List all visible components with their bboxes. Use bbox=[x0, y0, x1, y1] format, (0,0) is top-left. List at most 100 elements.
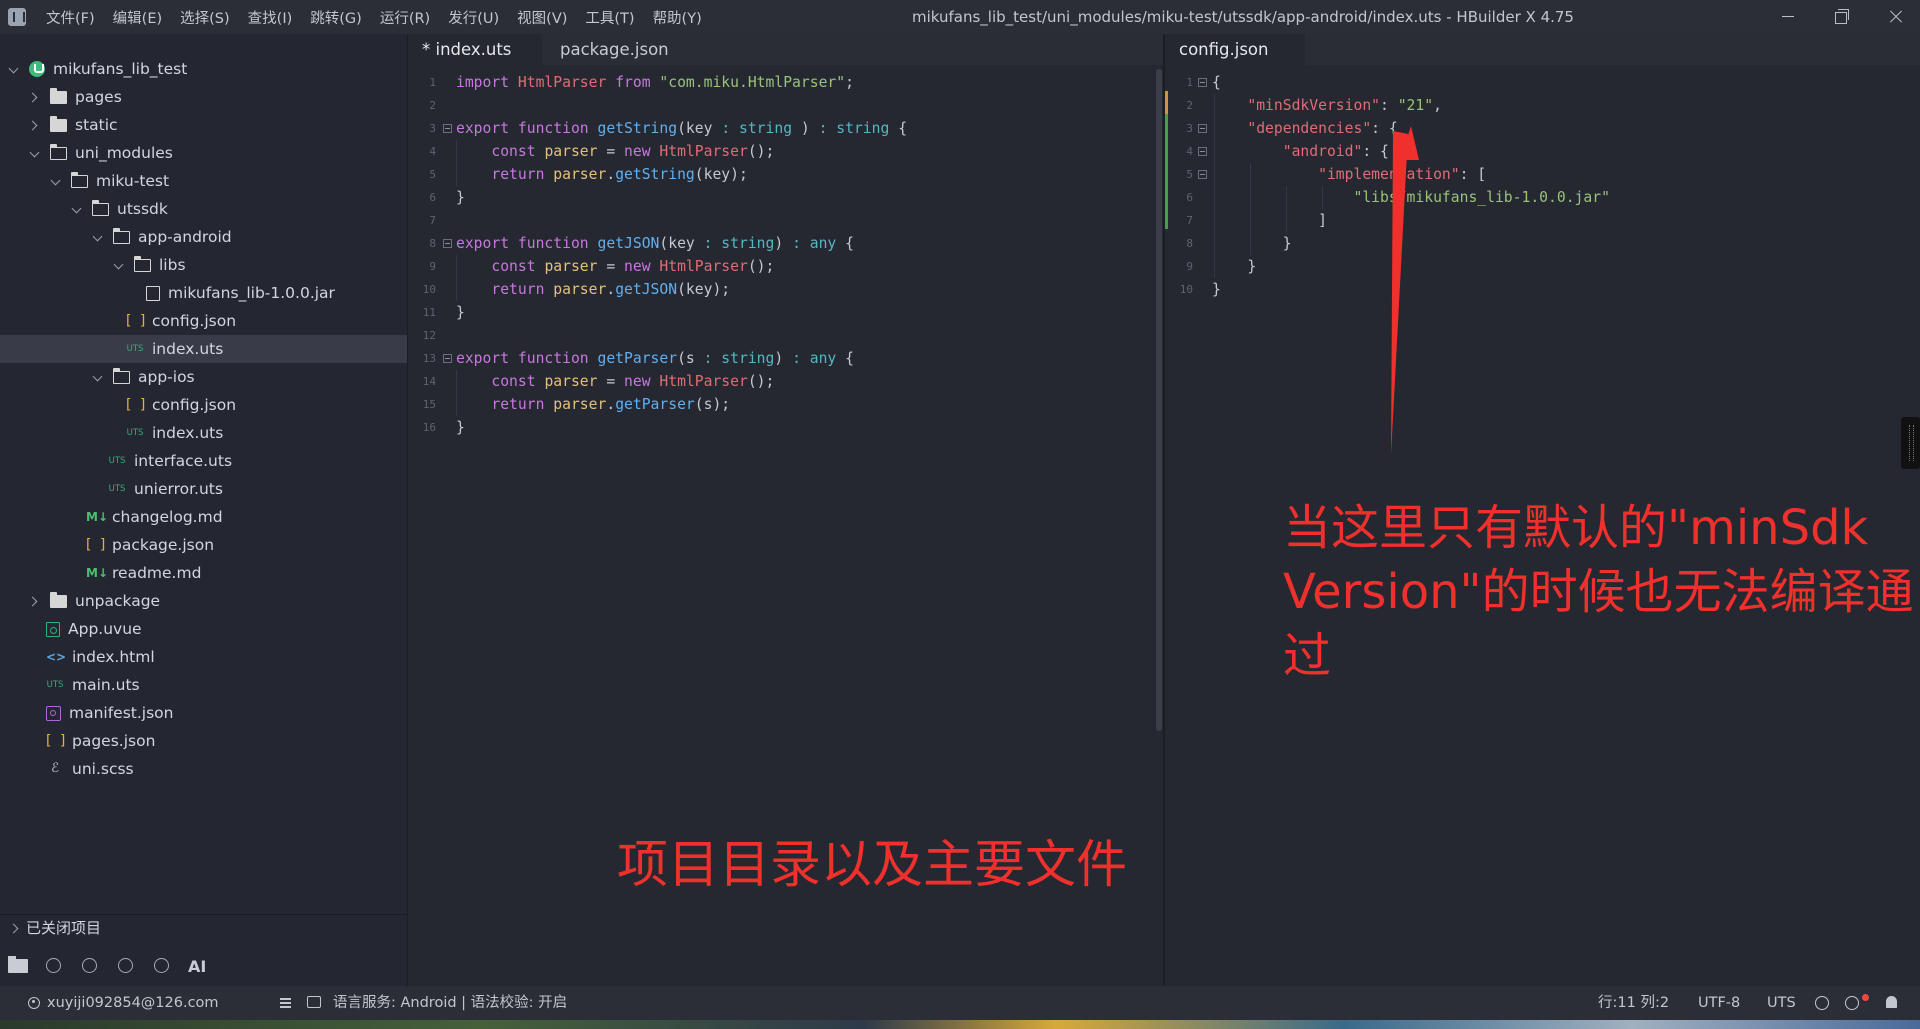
tree-item[interactable]: pages bbox=[0, 83, 407, 111]
chevron-right-icon[interactable] bbox=[29, 120, 39, 130]
project-manager-icon[interactable] bbox=[8, 956, 28, 973]
chevron-right-icon bbox=[10, 923, 20, 933]
user-account[interactable]: xuyiji092854@126.com bbox=[47, 986, 219, 1020]
fold-toggle-icon[interactable] bbox=[1198, 78, 1207, 87]
code-token: getString bbox=[615, 166, 695, 183]
tree-item[interactable]: static bbox=[0, 111, 407, 139]
code-line: 1 import HtmlParser from "com.miku.HtmlPa… bbox=[408, 71, 1163, 94]
tree-item[interactable]: mikufans_lib_test bbox=[0, 55, 407, 83]
code-text: "dependencies": { bbox=[1212, 117, 1397, 140]
tree-item[interactable]: app-ios bbox=[0, 363, 407, 391]
uts-file-icon: UTS bbox=[46, 680, 64, 690]
tree-item[interactable]: unpackage bbox=[0, 587, 407, 615]
chevron-right-icon[interactable] bbox=[29, 92, 39, 102]
fold-toggle-icon[interactable] bbox=[1198, 170, 1207, 179]
tab-index-uts[interactable]: * index.uts bbox=[408, 34, 542, 65]
language-mode[interactable]: UTS bbox=[1767, 986, 1796, 1020]
code-token: parser bbox=[553, 396, 607, 413]
json-file-icon: [ ] bbox=[46, 733, 68, 749]
user-icon[interactable] bbox=[28, 997, 40, 1009]
chevron-down-icon[interactable] bbox=[8, 64, 18, 74]
feedback-icon[interactable] bbox=[1815, 996, 1829, 1010]
closed-projects-section[interactable]: 已关闭项目 bbox=[0, 914, 407, 940]
chevron-down-icon[interactable] bbox=[92, 232, 102, 242]
tree-item[interactable]: App.uvue bbox=[0, 615, 407, 643]
tree-item[interactable]: M↓ changelog.md bbox=[0, 503, 407, 531]
chevron-down-icon[interactable] bbox=[29, 148, 39, 158]
tree-item[interactable]: [ ] config.json bbox=[0, 391, 407, 419]
code-token: = bbox=[606, 143, 625, 160]
tab-package-json[interactable]: package.json bbox=[546, 34, 683, 65]
chevron-down-icon[interactable] bbox=[71, 204, 81, 214]
fold-toggle-icon[interactable] bbox=[443, 124, 452, 133]
chevron-right-icon[interactable] bbox=[29, 596, 39, 606]
ai-button[interactable]: AI bbox=[188, 957, 206, 976]
cloud-icon[interactable] bbox=[152, 957, 172, 975]
tree-item[interactable]: app-android bbox=[0, 223, 407, 251]
folder-open-icon bbox=[112, 367, 130, 384]
chevron-down-icon[interactable] bbox=[50, 176, 60, 186]
tree-item-label: App.uvue bbox=[68, 620, 142, 638]
outline-icon[interactable] bbox=[280, 998, 291, 1008]
menu-item[interactable]: 查找(I) bbox=[248, 7, 293, 28]
menu-item[interactable]: 跳转(G) bbox=[310, 7, 362, 28]
tree-item[interactable]: [ ] package.json bbox=[0, 531, 407, 559]
menu-item[interactable]: 编辑(E) bbox=[113, 7, 162, 28]
code-token: { bbox=[845, 235, 854, 252]
close-button[interactable] bbox=[1868, 0, 1918, 34]
restore-button[interactable] bbox=[1815, 0, 1865, 34]
tree-item[interactable]: UTS main.uts bbox=[0, 671, 407, 699]
tree-item[interactable]: ℰuni.scss bbox=[0, 755, 407, 783]
tree-item[interactable]: uni_modules bbox=[0, 139, 407, 167]
chevron-down-icon[interactable] bbox=[92, 372, 102, 382]
language-service-status[interactable]: 语言服务: Android | 语法校验: 开启 bbox=[333, 986, 567, 1020]
tree-item[interactable]: miku-test bbox=[0, 167, 407, 195]
tree-item[interactable]: manifest.json bbox=[0, 699, 407, 727]
settings-icon[interactable] bbox=[1845, 996, 1859, 1010]
tree-item-label: app-android bbox=[138, 228, 232, 246]
tree-item[interactable]: UTS unierror.uts bbox=[0, 475, 407, 503]
terminal-icon[interactable] bbox=[307, 996, 321, 1008]
code-token: "implementation" bbox=[1318, 166, 1460, 183]
fold-toggle-icon[interactable] bbox=[1198, 147, 1207, 156]
bell-icon[interactable] bbox=[1886, 996, 1897, 1008]
chevron-down-icon[interactable] bbox=[113, 260, 123, 270]
fold-toggle-icon[interactable] bbox=[1198, 124, 1207, 133]
run-icon[interactable] bbox=[116, 957, 136, 975]
right-editor-minimap-handle[interactable] bbox=[1901, 417, 1920, 469]
folder-open-icon bbox=[49, 143, 67, 160]
menu-item[interactable]: 文件(F) bbox=[46, 7, 95, 28]
tree-item[interactable]: [ ] config.json bbox=[0, 307, 407, 335]
minimize-button[interactable] bbox=[1762, 0, 1812, 34]
menu-item[interactable]: 帮助(Y) bbox=[653, 7, 702, 28]
menu-item[interactable]: 发行(U) bbox=[448, 7, 499, 28]
fold-toggle-icon[interactable] bbox=[443, 354, 452, 363]
tree-item[interactable]: utssdk bbox=[0, 195, 407, 223]
tree-item[interactable]: UTS index.uts bbox=[0, 335, 407, 363]
fold-toggle-icon[interactable] bbox=[443, 239, 452, 248]
menu-item[interactable]: 选择(S) bbox=[180, 7, 230, 28]
line-number: 9 bbox=[429, 260, 436, 273]
tree-item[interactable]: [ ] pages.json bbox=[0, 727, 407, 755]
tree-item[interactable]: <> index.html bbox=[0, 643, 407, 671]
code-token: return bbox=[491, 281, 554, 298]
debug-icon[interactable] bbox=[80, 957, 100, 975]
tree-item[interactable]: mikufans_lib-1.0.0.jar bbox=[0, 279, 407, 307]
tree-item[interactable]: UTS interface.uts bbox=[0, 447, 407, 475]
code-token: ; bbox=[845, 74, 863, 91]
menu-item[interactable]: 运行(R) bbox=[380, 7, 430, 28]
tree-item[interactable]: M↓ readme.md bbox=[0, 559, 407, 587]
plugin-market-icon[interactable] bbox=[44, 957, 64, 975]
tab-config-json[interactable]: config.json bbox=[1165, 34, 1305, 65]
cursor-position[interactable]: 行:11 列:2 bbox=[1598, 986, 1669, 1020]
tree-item-label: static bbox=[75, 116, 118, 134]
left-editor-scrollbar[interactable] bbox=[1156, 69, 1162, 731]
menu-item[interactable]: 视图(V) bbox=[517, 7, 567, 28]
encoding-status[interactable]: UTF-8 bbox=[1698, 986, 1740, 1020]
menu-item[interactable]: 工具(T) bbox=[585, 7, 634, 28]
code-line: 10 return parser.getJSON(key); bbox=[408, 278, 1163, 301]
tree-item[interactable]: UTS index.uts bbox=[0, 419, 407, 447]
tree-item[interactable]: libs bbox=[0, 251, 407, 279]
